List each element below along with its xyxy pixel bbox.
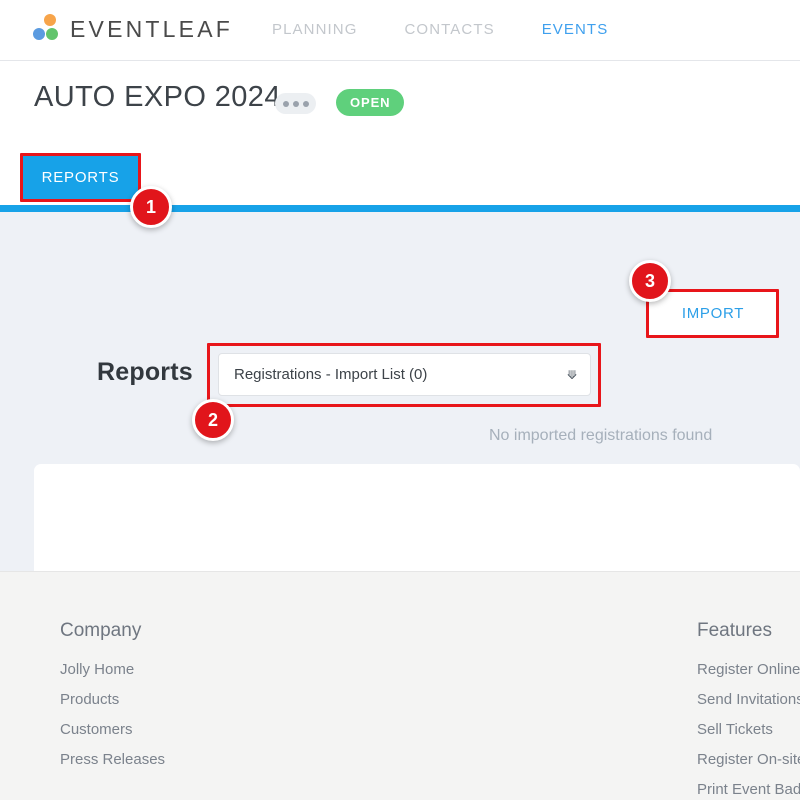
annotation-box-reports-tab [20,153,141,202]
logo-dot-blue-icon [33,28,45,40]
footer-heading-company: Company [60,620,165,642]
footer-column-features: Features Register Online Send Invitation… [697,620,800,800]
top-navigation-bar: EVENTLEAF PLANNING CONTACTS EVENTS [0,0,800,61]
footer-column-company: Company Jolly Home Products Customers Pr… [60,620,165,781]
annotation-badge-2: 2 [192,399,234,441]
site-footer: Company Jolly Home Products Customers Pr… [0,571,800,800]
ellipsis-dot-3-icon [303,101,309,107]
footer-heading-features: Features [697,620,800,642]
footer-link-customers[interactable]: Customers [60,721,165,738]
reports-heading: Reports [97,358,193,387]
status-badge: OPEN [336,89,404,116]
page-title: AUTO EXPO 2024 [34,81,281,114]
footer-link-send-invitations[interactable]: Send Invitations [697,691,800,708]
annotation-badge-1: 1 [130,186,172,228]
brand-name: EVENTLEAF [70,16,233,43]
eventleaf-logo-icon [30,12,64,46]
annotation-box-import-button [646,289,779,338]
footer-link-sell-tickets[interactable]: Sell Tickets [697,721,800,738]
ellipsis-dot-1-icon [283,101,289,107]
ellipsis-icon[interactable] [275,93,316,114]
footer-link-register-on-site[interactable]: Register On-site [697,751,800,768]
footer-link-jolly-home[interactable]: Jolly Home [60,661,165,678]
primary-nav: PLANNING CONTACTS EVENTS [272,21,655,38]
nav-link-events[interactable]: EVENTS [542,21,609,38]
footer-link-press-releases[interactable]: Press Releases [60,751,165,768]
empty-state-message: No imported registrations found [489,427,712,445]
nav-link-planning[interactable]: PLANNING [272,21,358,38]
footer-link-products[interactable]: Products [60,691,165,708]
nav-link-contacts[interactable]: CONTACTS [405,21,495,38]
annotation-badge-3: 3 [629,260,671,302]
brand-logo[interactable]: EVENTLEAF [30,12,233,46]
footer-link-register-online[interactable]: Register Online [697,661,800,678]
logo-dot-orange-icon [44,14,56,26]
logo-dot-green-icon [46,28,58,40]
annotation-box-report-select [207,343,601,407]
tab-active-underline [0,205,800,212]
page-root: EVENTLEAF PLANNING CONTACTS EVENTS AUTO … [0,0,800,800]
ellipsis-dot-2-icon [293,101,299,107]
footer-link-print-event-badges[interactable]: Print Event Badges [697,781,800,798]
